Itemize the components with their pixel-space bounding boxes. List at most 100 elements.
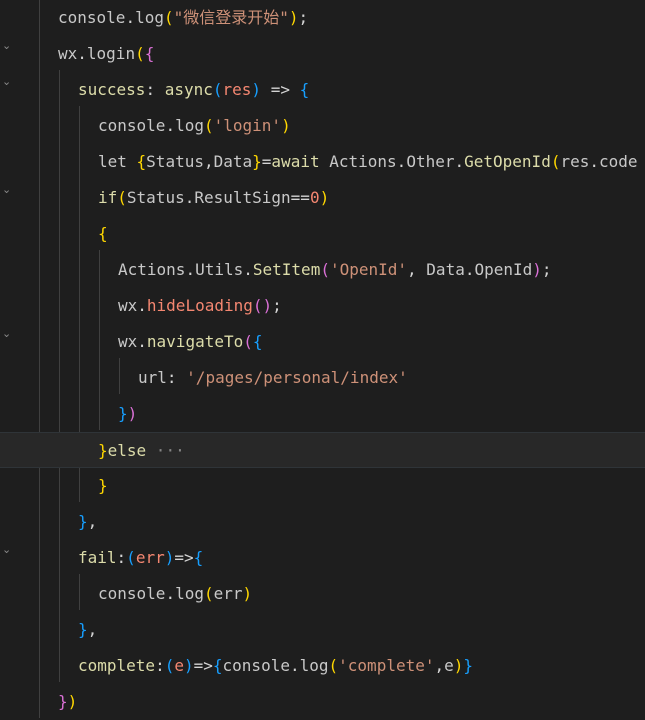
code-token: . (185, 260, 196, 279)
code-line[interactable]: }, (0, 504, 645, 540)
code-token: Status (126, 188, 185, 207)
code-token: ) (164, 548, 175, 567)
code-text: } (98, 468, 108, 504)
code-line[interactable]: }, (0, 612, 645, 648)
code-token: log (135, 8, 164, 27)
code-token: . (77, 44, 87, 63)
code-line[interactable]: wx.hideLoading(); (0, 288, 645, 324)
code-token: . (125, 8, 136, 27)
code-token: ; (541, 260, 552, 279)
code-token: = (261, 152, 272, 171)
code-line[interactable]: if(Status.ResultSign==0) (0, 180, 645, 216)
code-token: console (58, 8, 126, 27)
code-line[interactable]: console.log("微信登录开始"); (0, 0, 645, 36)
code-token: err (213, 584, 243, 603)
code-text: console.log(err) (98, 576, 252, 612)
code-token: GetOpenId (464, 152, 551, 171)
code-token: ; (298, 8, 309, 27)
code-token: ) (183, 656, 194, 675)
code-line[interactable]: url: '/pages/personal/index' (0, 360, 645, 396)
code-token: } (252, 152, 262, 171)
code-token: ) (288, 8, 299, 27)
code-line[interactable]: wx.navigateTo({ (0, 324, 645, 360)
code-token: : (116, 548, 127, 567)
code-text: url: '/pages/personal/index' (138, 360, 408, 396)
code-token: hideLoading (146, 296, 253, 315)
code-token: } (58, 692, 68, 711)
code-token: . (243, 260, 253, 279)
code-token: e (444, 656, 454, 675)
code-token: Data (213, 152, 253, 171)
code-token: { (144, 44, 155, 63)
code-line[interactable]: complete:(e)=>{console.log('complete',e)… (0, 648, 645, 684)
code-token: ( (328, 656, 339, 675)
code-token: { (299, 80, 310, 99)
code-text: }) (118, 396, 137, 432)
code-token: { (136, 152, 147, 171)
code-token: success (78, 80, 146, 99)
code-line[interactable]: success: async(res) => { (0, 72, 645, 108)
code-token: if (98, 188, 118, 207)
code-token: Data (426, 260, 465, 279)
code-text: complete:(e)=>{console.log('complete',e)… (78, 648, 473, 684)
code-text: }) (58, 684, 77, 720)
code-token: ( (243, 332, 253, 351)
code-token: ··· (146, 441, 185, 460)
code-token: => (261, 80, 300, 99)
code-token: Actions (329, 152, 397, 171)
code-line[interactable]: fail:(err)=>{ (0, 540, 645, 576)
code-line[interactable]: let {Status,Data}=await Actions.Other.Ge… (0, 144, 645, 180)
code-token: login (86, 44, 136, 63)
code-token: } (98, 441, 108, 460)
code-token: 'OpenId' (329, 260, 408, 279)
code-text: wx.navigateTo({ (118, 324, 263, 360)
code-text: }else ··· (98, 433, 185, 469)
code-token: ( (203, 116, 214, 135)
code-text: }, (78, 504, 97, 540)
code-token: log (175, 584, 204, 603)
code-token: ( (135, 44, 145, 63)
code-token: ( (163, 8, 174, 27)
code-text: success: async(res) => { (78, 72, 309, 108)
code-token: e (174, 656, 184, 675)
code-line[interactable]: } (0, 468, 645, 504)
code-token: log (299, 656, 329, 675)
code-token: , (87, 620, 98, 639)
code-line[interactable]: }else ··· (0, 432, 645, 468)
code-line[interactable]: }) (0, 684, 645, 720)
code-line[interactable]: wx.login({ (0, 36, 645, 72)
code-token: . (396, 152, 407, 171)
code-line[interactable]: { (0, 216, 645, 252)
code-line[interactable]: Actions.Utils.SetItem('OpenId', Data.Ope… (0, 252, 645, 288)
code-line[interactable]: console.log('login') (0, 108, 645, 144)
code-token: 'login' (213, 116, 282, 135)
code-token: ( (203, 584, 214, 603)
code-token: { (193, 548, 204, 567)
code-token: { (98, 224, 108, 243)
code-editor[interactable]: ⌄ ⌄ ⌄ ⌄ › ⌄ console.log("微信登录开始");wx.log… (0, 0, 645, 718)
code-token: wx (118, 332, 138, 351)
code-token: navigateTo (146, 332, 244, 351)
code-token: . (454, 152, 465, 171)
code-token: async (164, 80, 213, 99)
code-token: ) (67, 692, 78, 711)
code-token: } (78, 620, 88, 639)
code-token: => (193, 656, 213, 675)
code-line[interactable]: console.log(err) (0, 576, 645, 612)
code-token: => (174, 548, 194, 567)
code-text: { (98, 216, 108, 252)
code-text: wx.login({ (58, 36, 154, 72)
code-token: } (98, 476, 108, 495)
code-token: , (434, 656, 445, 675)
code-token: ; (272, 296, 282, 315)
code-token: . (137, 296, 147, 315)
code-text: wx.hideLoading(); (118, 288, 282, 324)
code-token: wx (118, 296, 138, 315)
code-token: let (98, 152, 137, 171)
code-token: 0 (309, 188, 320, 207)
code-token: console (98, 116, 166, 135)
code-line[interactable]: }) (0, 396, 645, 432)
code-token: } (118, 404, 128, 423)
code-token: ResultSign (194, 188, 291, 207)
code-token: { (252, 332, 263, 351)
